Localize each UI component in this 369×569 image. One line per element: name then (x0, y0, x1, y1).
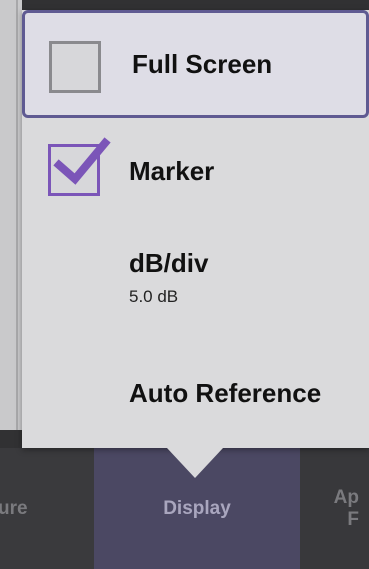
menu-item-full-screen[interactable]: Full Screen (22, 10, 369, 118)
marker-checkbox[interactable] (48, 137, 111, 196)
menu-item-label: dB/div (129, 247, 209, 278)
menu-item-auto-reference[interactable]: Auto Reference (22, 350, 369, 440)
menu-item-marker[interactable]: Marker (22, 122, 369, 218)
tab-label: ure (0, 497, 28, 519)
db-div-value: 5.0 dB (129, 286, 179, 306)
tab-measure-partial[interactable]: ure (0, 448, 94, 569)
tab-label-line1: Ap (333, 486, 359, 508)
full-screen-checkbox[interactable] (49, 41, 101, 93)
tab-label: Display (163, 497, 231, 519)
popup-pointer (167, 448, 223, 478)
menu-item-label: Auto Reference (129, 378, 322, 408)
checkmark-icon (53, 137, 111, 185)
display-popup-menu: Full Screen Marker dB/div 5.0 dB Auto Re… (22, 10, 369, 448)
tab-label-line2: F (347, 508, 359, 530)
menu-item-db-div[interactable]: dB/div 5.0 dB (22, 232, 369, 322)
background-panel-edge (0, 0, 22, 430)
menu-item-label: Marker (129, 156, 215, 186)
tab-app-partial[interactable]: Ap F (300, 448, 369, 569)
menu-item-label: Full Screen (132, 49, 273, 79)
